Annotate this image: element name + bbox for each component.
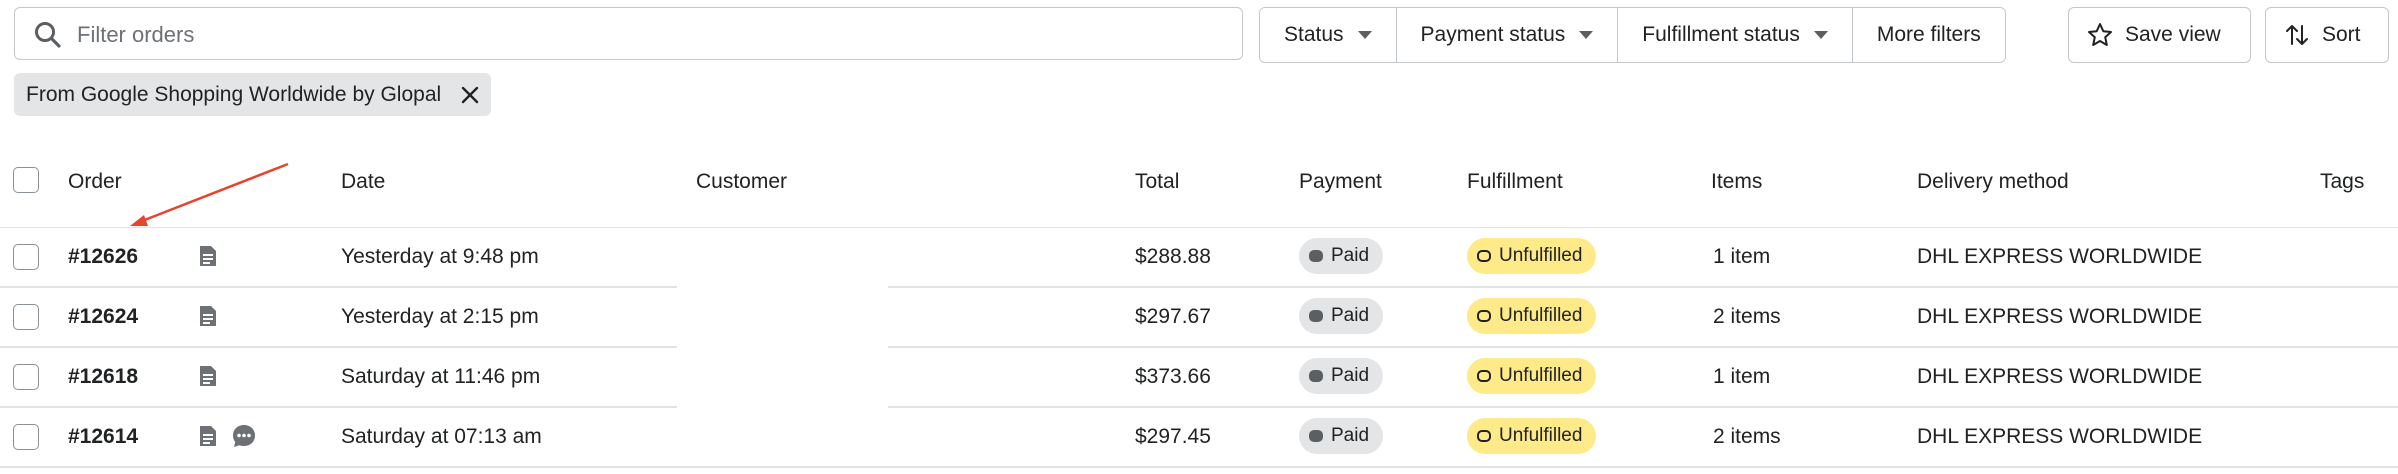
- caret-down-icon: [1357, 31, 1372, 39]
- payment-status-filter-label: Payment status: [1420, 23, 1566, 46]
- order-total: $288.88: [1135, 245, 1211, 268]
- note-icon: [200, 366, 216, 386]
- status-ring-icon: [1477, 250, 1491, 262]
- fulfillment-status-badge: Unfulfilled: [1467, 238, 1597, 274]
- status-dot-icon: [1309, 370, 1323, 382]
- search-field[interactable]: [14, 7, 1243, 60]
- more-filters-label: More filters: [1876, 23, 1981, 46]
- order-date: Yesterday at 9:48 pm: [341, 245, 539, 268]
- note-icon: [200, 246, 216, 266]
- row-checkbox[interactable]: [13, 364, 39, 390]
- order-items[interactable]: 1 item: [1713, 245, 1770, 269]
- fulfillment-status-badge: Unfulfilled: [1467, 358, 1597, 394]
- column-header-order[interactable]: Order: [68, 170, 122, 194]
- save-view-label: Save view: [2125, 23, 2221, 46]
- fulfillment-status-filter-button[interactable]: Fulfillment status: [1618, 8, 1853, 62]
- order-delivery-method: DHL EXPRESS WORLDWIDE: [1917, 365, 2203, 388]
- column-header-items[interactable]: Items: [1711, 170, 1762, 194]
- star-icon: [2088, 23, 2112, 46]
- fulfillment-status-badge: Unfulfilled: [1467, 298, 1597, 334]
- select-all-checkbox[interactable]: [13, 167, 39, 193]
- column-header-customer[interactable]: Customer: [696, 170, 787, 194]
- payment-status-text: Paid: [1331, 365, 1370, 386]
- caret-down-icon: [1579, 31, 1594, 39]
- applied-filter-label: From Google Shopping Worldwide by Glopal: [26, 82, 442, 106]
- table-row[interactable]: #12614 Saturday at 07:13 am $297.45 Paid…: [0, 407, 2398, 468]
- status-ring-icon: [1477, 430, 1491, 442]
- order-delivery-method: DHL EXPRESS WORLDWIDE: [1917, 425, 2203, 448]
- save-view-button[interactable]: Save view: [2068, 7, 2251, 63]
- table-row[interactable]: #12624 Yesterday at 2:15 pm $297.67 Paid…: [0, 287, 2398, 348]
- order-items[interactable]: 2 items: [1713, 425, 1781, 449]
- sort-arrows-icon: [2286, 25, 2308, 45]
- fulfillment-status-text: Unfulfilled: [1499, 245, 1583, 266]
- payment-status-text: Paid: [1331, 305, 1370, 326]
- order-number[interactable]: #12624: [68, 305, 138, 329]
- comment-icon: [233, 425, 255, 447]
- payment-status-badge: Paid: [1299, 418, 1384, 454]
- order-number[interactable]: #12626: [68, 245, 138, 269]
- order-delivery-method: DHL EXPRESS WORLDWIDE: [1917, 305, 2203, 328]
- fulfillment-status-text: Unfulfilled: [1499, 365, 1583, 386]
- payment-status-text: Paid: [1331, 425, 1370, 446]
- status-ring-icon: [1477, 370, 1491, 382]
- filter-button-group: Status Payment status Fulfillment status…: [1259, 7, 2006, 63]
- more-filters-button[interactable]: More filters: [1852, 8, 2005, 62]
- column-header-date[interactable]: Date: [341, 170, 385, 194]
- fulfillment-status-text: Unfulfilled: [1499, 425, 1583, 446]
- fulfillment-status-badge: Unfulfilled: [1467, 418, 1597, 454]
- close-icon[interactable]: [459, 84, 481, 106]
- order-total: $297.45: [1135, 425, 1211, 448]
- row-checkbox[interactable]: [13, 244, 39, 270]
- payment-status-badge: Paid: [1299, 238, 1384, 274]
- payment-status-badge: Paid: [1299, 358, 1384, 394]
- order-total: $373.66: [1135, 365, 1211, 388]
- applied-filter-chip: From Google Shopping Worldwide by Glopal: [14, 73, 492, 116]
- orders-table-header: Order Date Customer Total Payment Fulfil…: [0, 155, 2398, 228]
- note-icon: [200, 426, 216, 446]
- column-header-payment[interactable]: Payment: [1299, 170, 1382, 194]
- table-row[interactable]: #12626 Yesterday at 9:48 pm $288.88 Paid…: [0, 227, 2398, 288]
- row-divider: [0, 466, 2398, 468]
- payment-status-filter-button[interactable]: Payment status: [1396, 8, 1619, 62]
- column-header-tags[interactable]: Tags: [2320, 170, 2364, 194]
- order-date: Saturday at 11:46 pm: [341, 365, 541, 388]
- payment-status-badge: Paid: [1299, 298, 1384, 334]
- note-icon: [200, 306, 216, 326]
- sort-button[interactable]: Sort: [2265, 7, 2389, 63]
- status-ring-icon: [1477, 310, 1491, 322]
- order-items[interactable]: 2 items: [1713, 305, 1781, 329]
- search-icon: [35, 22, 61, 48]
- order-delivery-method: DHL EXPRESS WORLDWIDE: [1917, 245, 2203, 268]
- order-number[interactable]: #12618: [68, 365, 138, 389]
- order-date: Yesterday at 2:15 pm: [341, 305, 539, 328]
- status-filter-label: Status: [1284, 23, 1344, 46]
- status-dot-icon: [1309, 250, 1323, 262]
- order-total: $297.67: [1135, 305, 1211, 328]
- column-header-total[interactable]: Total: [1135, 170, 1179, 194]
- search-input[interactable]: [75, 16, 1219, 54]
- order-date: Saturday at 07:13 am: [341, 425, 542, 448]
- column-header-fulfillment[interactable]: Fulfillment: [1467, 170, 1563, 194]
- status-filter-button[interactable]: Status: [1260, 8, 1397, 62]
- filter-toolbar: Status Payment status Fulfillment status…: [14, 7, 2389, 63]
- payment-status-text: Paid: [1331, 245, 1370, 266]
- table-row[interactable]: #12618 Saturday at 11:46 pm $373.66 Paid…: [0, 347, 2398, 408]
- order-items[interactable]: 1 item: [1713, 365, 1770, 389]
- fulfillment-status-text: Unfulfilled: [1499, 305, 1583, 326]
- row-checkbox[interactable]: [13, 304, 39, 330]
- order-number[interactable]: #12614: [68, 425, 138, 449]
- caret-down-icon: [1813, 31, 1828, 39]
- sort-label: Sort: [2322, 23, 2361, 46]
- row-checkbox[interactable]: [13, 424, 39, 450]
- status-dot-icon: [1309, 430, 1323, 442]
- fulfillment-status-filter-label: Fulfillment status: [1642, 23, 1800, 46]
- column-header-delivery-method[interactable]: Delivery method: [1917, 170, 2069, 194]
- status-dot-icon: [1309, 310, 1323, 322]
